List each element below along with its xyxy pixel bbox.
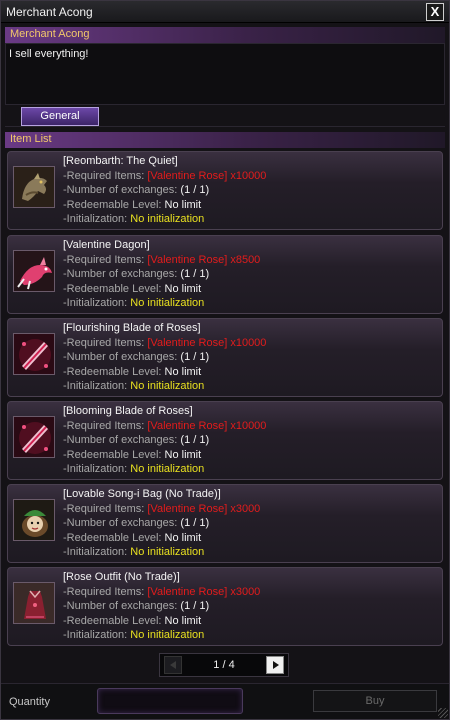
required-label: -Required Items: <box>63 419 145 432</box>
level-value: No limit <box>164 531 202 544</box>
song-i-bag-icon <box>13 499 55 541</box>
exchanges-label: -Number of exchanges: <box>63 517 178 530</box>
level-label: -Redeemable Level: <box>63 531 162 544</box>
init-label: -Initialization: <box>63 213 128 226</box>
item-list-header: Item List <box>5 132 445 148</box>
title-bar[interactable]: Merchant Acong X <box>1 1 449 23</box>
item-name: [Valentine Dagon] <box>63 239 150 251</box>
level-label: -Redeemable Level: <box>63 448 162 461</box>
level-label: -Redeemable Level: <box>63 198 162 211</box>
init-label: -Initialization: <box>63 463 128 476</box>
merchant-window: Merchant Acong X Merchant Acong I sell e… <box>0 0 450 720</box>
purchase-bar: Quantity Buy <box>1 683 449 719</box>
item-name: [Lovable Song-i Bag (No Trade)] <box>63 488 221 500</box>
tab-strip: General <box>5 107 445 127</box>
required-label: -Required Items: <box>63 169 145 182</box>
level-label: -Redeemable Level: <box>63 614 162 627</box>
quantity-label: Quantity <box>9 696 50 708</box>
level-label: -Redeemable Level: <box>63 282 162 295</box>
item-card[interactable]: [Lovable Song-i Bag (No Trade)] -Require… <box>7 484 443 563</box>
level-value: No limit <box>164 198 202 211</box>
init-label: -Initialization: <box>63 546 128 559</box>
item-card[interactable]: [Flourishing Blade of Roses] -Required I… <box>7 318 443 397</box>
required-label: -Required Items: <box>63 336 145 349</box>
level-label: -Redeemable Level: <box>63 365 162 378</box>
exchanges-value: (1 / 1) <box>180 600 210 613</box>
item-card[interactable]: [Reombarth: The Quiet] -Required Items: … <box>7 151 443 230</box>
required-items: [Valentine Rose] x3000 <box>147 502 261 515</box>
item-list-label: Item List <box>10 133 52 145</box>
npc-dialog-box: I sell everything! <box>5 43 445 105</box>
level-value: No limit <box>164 448 202 461</box>
exchanges-label: -Number of exchanges: <box>63 268 178 281</box>
required-items: [Valentine Rose] x8500 <box>147 253 261 266</box>
init-value: No initialization <box>130 380 205 393</box>
required-items: [Valentine Rose] x10000 <box>147 419 267 432</box>
next-page-button[interactable] <box>266 656 284 674</box>
init-label: -Initialization: <box>63 297 128 310</box>
item-name: [Flourishing Blade of Roses] <box>63 322 201 334</box>
required-items: [Valentine Rose] x10000 <box>147 336 267 349</box>
init-value: No initialization <box>130 463 205 476</box>
required-items: [Valentine Rose] x10000 <box>147 169 267 182</box>
level-value: No limit <box>164 614 202 627</box>
required-label: -Required Items: <box>63 253 145 266</box>
init-label: -Initialization: <box>63 380 128 393</box>
item-name: [Blooming Blade of Roses] <box>63 405 193 417</box>
item-card[interactable]: [Rose Outfit (No Trade)] -Required Items… <box>7 567 443 646</box>
exchanges-label: -Number of exchanges: <box>63 184 178 197</box>
exchanges-value: (1 / 1) <box>180 268 210 281</box>
item-name: [Rose Outfit (No Trade)] <box>63 571 180 583</box>
exchanges-label: -Number of exchanges: <box>63 600 178 613</box>
exchanges-value: (1 / 1) <box>180 351 210 364</box>
resize-grip-icon[interactable] <box>438 708 448 718</box>
required-label: -Required Items: <box>63 585 145 598</box>
required-label: -Required Items: <box>63 502 145 515</box>
item-name: [Reombarth: The Quiet] <box>63 155 178 167</box>
item-card[interactable]: [Valentine Dagon] -Required Items: [Vale… <box>7 235 443 314</box>
init-value: No initialization <box>130 297 205 310</box>
item-card[interactable]: [Blooming Blade of Roses] -Required Item… <box>7 401 443 480</box>
page-indicator: 1 / 4 <box>213 659 235 671</box>
buy-button[interactable]: Buy <box>313 690 437 712</box>
exchanges-value: (1 / 1) <box>180 517 210 530</box>
level-value: No limit <box>164 365 202 378</box>
npc-name-header: Merchant Acong <box>5 27 445 43</box>
rose-blade-icon <box>13 333 55 375</box>
exchanges-label: -Number of exchanges: <box>63 434 178 447</box>
npc-name: Merchant Acong <box>10 28 90 40</box>
rose-blade-icon <box>13 416 55 458</box>
exchanges-value: (1 / 1) <box>180 434 210 447</box>
init-value: No initialization <box>130 546 205 559</box>
dragon-statue-icon <box>13 166 55 208</box>
exchanges-label: -Number of exchanges: <box>63 351 178 364</box>
pink-dragon-mount-icon <box>13 250 55 292</box>
rose-outfit-icon <box>13 582 55 624</box>
prev-page-button[interactable] <box>164 656 182 674</box>
npc-greeting: I sell everything! <box>9 48 89 60</box>
quantity-input[interactable] <box>97 688 243 714</box>
required-items: [Valentine Rose] x3000 <box>147 585 261 598</box>
init-label: -Initialization: <box>63 629 128 642</box>
tab-general[interactable]: General <box>21 107 99 126</box>
exchanges-value: (1 / 1) <box>180 184 210 197</box>
window-title: Merchant Acong <box>6 5 93 19</box>
init-value: No initialization <box>130 213 205 226</box>
init-value: No initialization <box>130 629 205 642</box>
pagination: 1 / 4 <box>159 653 289 677</box>
level-value: No limit <box>164 282 202 295</box>
close-button[interactable]: X <box>426 3 444 21</box>
